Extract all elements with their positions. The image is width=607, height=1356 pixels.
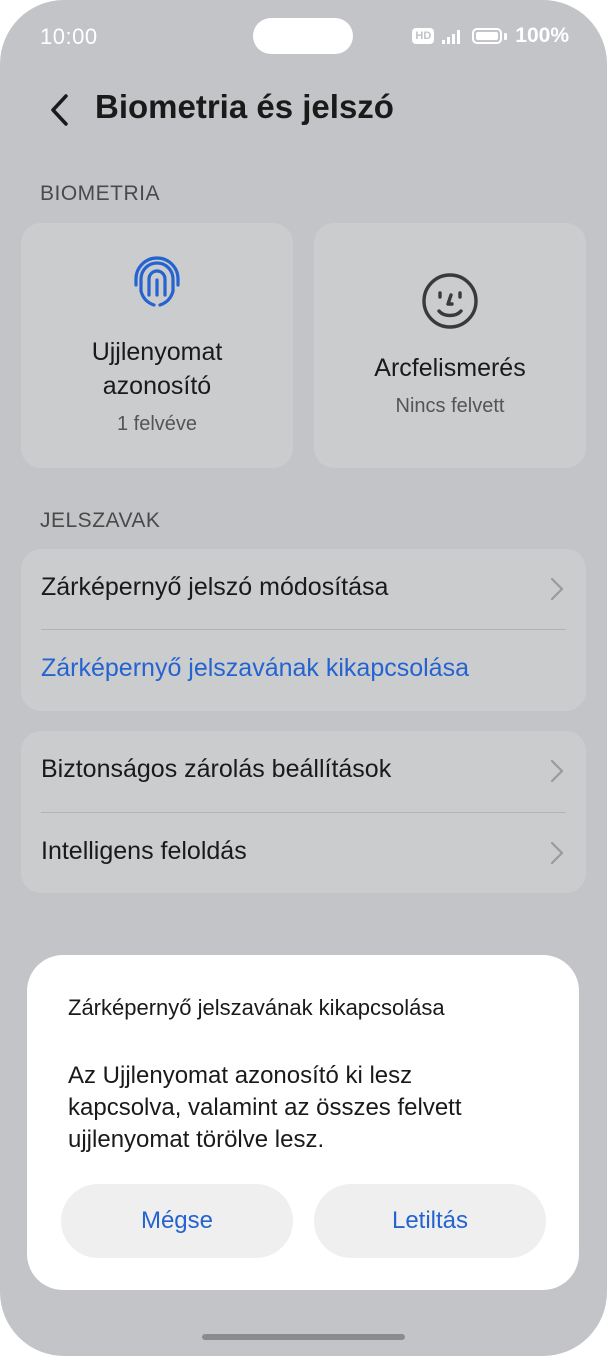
chevron-right-icon xyxy=(550,759,564,783)
lock-settings-group: Biztonságos zárolás beállítások Intellig… xyxy=(21,731,586,893)
fingerprint-status: 1 felvéve xyxy=(116,413,198,435)
dialog-message: Az Ujjlenyomat azonosító ki lesz kapcsol… xyxy=(68,1060,548,1156)
disable-button[interactable]: Letiltás xyxy=(314,1184,546,1258)
home-indicator[interactable] xyxy=(202,1334,405,1340)
dialog-title: Zárképernyő jelszavának kikapcsolása xyxy=(68,995,445,1020)
fingerprint-title-line1: Ujjlenyomat xyxy=(91,338,223,366)
fingerprint-card[interactable]: Ujjlenyomat azonosító 1 felvéve xyxy=(21,223,293,468)
change-password-row[interactable]: Zárképernyő jelszó módosítása xyxy=(21,549,586,629)
smart-unlock-label: Intelligens feloldás xyxy=(41,837,247,865)
dialog-message-line2: kapcsolva, valamint az összes felvett xyxy=(68,1094,462,1121)
chevron-right-icon xyxy=(550,577,564,601)
fingerprint-icon xyxy=(134,256,180,307)
status-icons: HD 100% xyxy=(412,24,569,48)
status-time: 10:00 xyxy=(40,24,98,49)
face-icon xyxy=(422,273,478,329)
face-status: Nincs felvett xyxy=(395,395,505,417)
status-bar: 10:00 HD 100% xyxy=(0,0,607,72)
disable-password-label: Zárképernyő jelszavának kikapcsolása xyxy=(41,654,469,682)
hd-icon: HD xyxy=(412,28,435,44)
page-title: Biometria és jelszó xyxy=(95,88,394,125)
face-recognition-card[interactable]: Arcfelismerés Nincs felvett xyxy=(314,223,586,468)
dialog-message-line1: Az Ujjlenyomat azonosító ki lesz xyxy=(68,1062,413,1089)
passwords-group: Zárképernyő jelszó módosítása Zárképerny… xyxy=(21,549,586,711)
cancel-button[interactable]: Mégse xyxy=(61,1184,293,1258)
section-label-biometrics: BIOMETRIA xyxy=(40,182,161,205)
disable-password-row[interactable]: Zárképernyő jelszavának kikapcsolása xyxy=(21,630,586,710)
section-label-passwords: JELSZAVAK xyxy=(40,509,161,532)
change-password-label: Zárképernyő jelszó módosítása xyxy=(41,573,389,601)
phone-screen: 10:00 HD 100% Biometria és jelszó BIOMET… xyxy=(0,0,607,1356)
confirm-dialog: Zárképernyő jelszavának kikapcsolása Az … xyxy=(27,955,579,1290)
battery-percent: 100% xyxy=(515,24,569,47)
signal-icon xyxy=(442,30,461,44)
smart-unlock-row[interactable]: Intelligens feloldás xyxy=(21,813,586,893)
face-title: Arcfelismerés xyxy=(374,354,526,382)
dialog-message-line3: ujjlenyomat törölve lesz. xyxy=(68,1126,325,1153)
back-arrow-icon[interactable] xyxy=(44,92,80,128)
fingerprint-title-line2: azonosító xyxy=(102,372,212,400)
secure-lock-label: Biztonságos zárolás beállítások xyxy=(41,755,392,783)
battery-tip xyxy=(504,32,508,40)
chevron-right-icon xyxy=(550,841,564,865)
secure-lock-row[interactable]: Biztonságos zárolás beállítások xyxy=(21,731,586,811)
battery-icon xyxy=(472,28,503,44)
camera-cutout xyxy=(253,18,353,54)
